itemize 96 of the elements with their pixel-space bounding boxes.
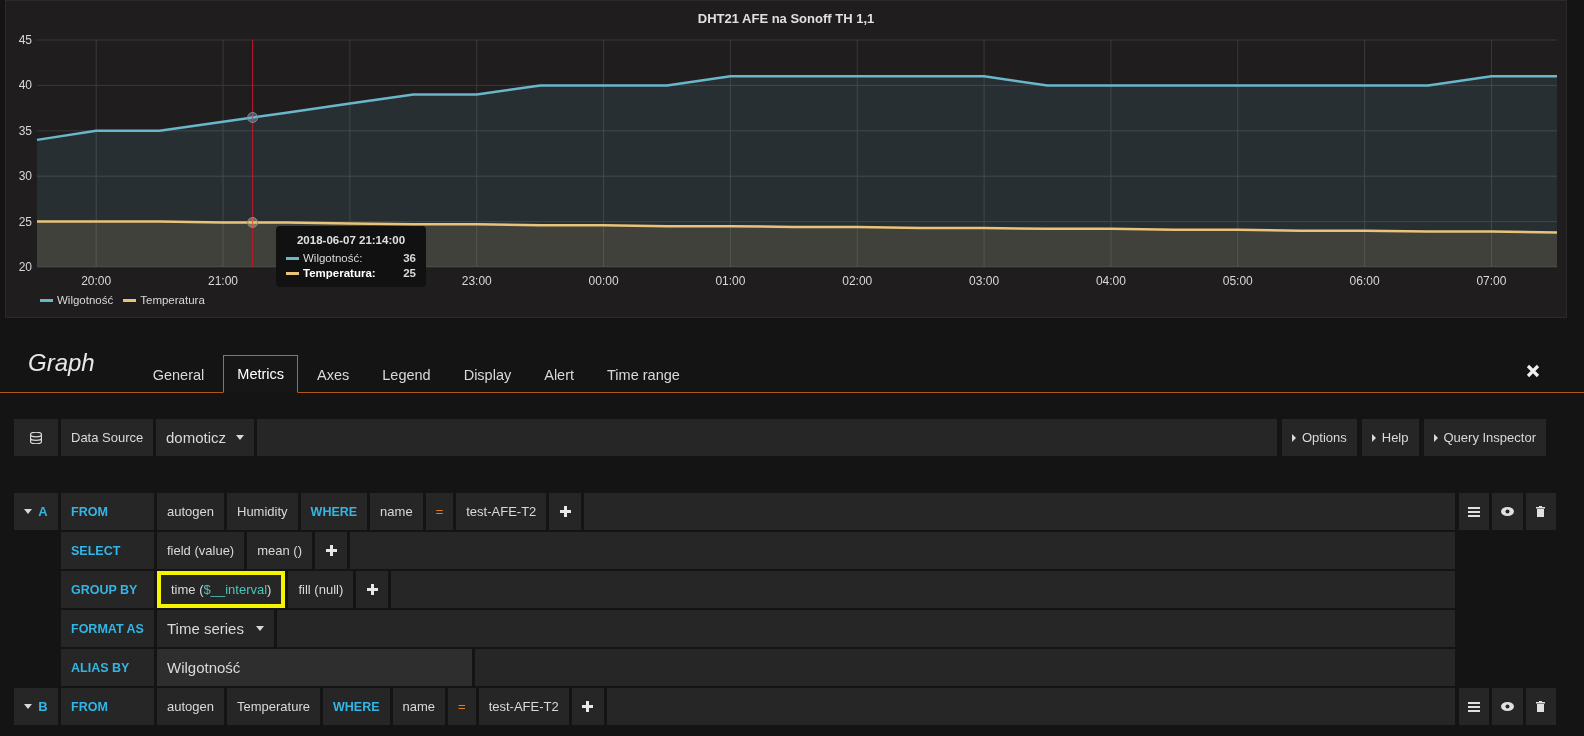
editor-title: Graph bbox=[28, 349, 95, 377]
menu-icon bbox=[1468, 701, 1481, 712]
query-keyword: WHERE bbox=[323, 688, 390, 725]
query-segment[interactable]: autogen bbox=[157, 688, 224, 725]
query-segment[interactable]: mean () bbox=[247, 532, 312, 569]
trash-icon bbox=[1536, 701, 1546, 712]
hover-point bbox=[247, 112, 259, 123]
database-icon bbox=[30, 431, 42, 444]
caret-icon bbox=[1371, 433, 1376, 442]
editor-tab[interactable]: Display bbox=[449, 356, 526, 393]
query-toggle[interactable]: A bbox=[14, 493, 58, 530]
y-tick-label: 25 bbox=[18, 214, 32, 229]
editor-tab[interactable]: General bbox=[138, 356, 219, 393]
eye-icon bbox=[1501, 507, 1514, 516]
legend-label[interactable]: Temperatura bbox=[140, 294, 205, 306]
menu-button[interactable] bbox=[1459, 688, 1490, 725]
add-button[interactable] bbox=[549, 493, 582, 530]
panel-title: DHT21 AFE na Sonoff TH 1,1 bbox=[697, 11, 875, 26]
tooltip-time: 2018-06-07 21:14:00 bbox=[295, 234, 407, 246]
tooltip-label: Wilgotność: bbox=[303, 252, 364, 264]
hover-point bbox=[247, 217, 259, 228]
query-segment[interactable]: test-AFE-T2 bbox=[478, 688, 569, 725]
caret-icon bbox=[24, 704, 33, 709]
format-dropdown[interactable]: Time series bbox=[157, 610, 274, 647]
query-operator[interactable]: = bbox=[448, 688, 476, 725]
x-tick-label: 20:00 bbox=[81, 274, 112, 288]
query-segment[interactable]: test-AFE-T2 bbox=[456, 493, 547, 530]
x-tick-label: 03:00 bbox=[969, 274, 1000, 288]
database-button[interactable] bbox=[14, 419, 58, 456]
query-segment[interactable]: time ($__interval) bbox=[157, 571, 286, 608]
menu-button[interactable] bbox=[1459, 493, 1490, 530]
x-tick-label: 04:00 bbox=[1095, 274, 1126, 288]
x-tick-label: 07:00 bbox=[1476, 274, 1507, 288]
query-segment[interactable]: field (value) bbox=[157, 532, 245, 569]
caret-icon bbox=[1291, 433, 1296, 442]
caret-icon bbox=[1433, 433, 1438, 442]
delete-button[interactable] bbox=[1525, 688, 1556, 725]
add-button[interactable] bbox=[356, 571, 389, 608]
editor-tab[interactable]: Alert bbox=[530, 356, 589, 393]
x-tick-label: 00:00 bbox=[588, 274, 619, 288]
query-clause-label: ALIAS BY bbox=[61, 649, 154, 686]
query-clause-label: SELECT bbox=[61, 532, 154, 569]
query-operator[interactable]: = bbox=[425, 493, 454, 530]
query-segment[interactable]: Temperature bbox=[227, 688, 320, 725]
query-keyword: WHERE bbox=[300, 493, 368, 530]
plus-icon bbox=[559, 506, 571, 517]
y-tick-label: 20 bbox=[18, 260, 32, 274]
caret-icon bbox=[236, 435, 245, 440]
x-tick-label: 05:00 bbox=[1222, 274, 1253, 288]
add-button[interactable] bbox=[315, 532, 347, 569]
plus-icon bbox=[325, 545, 337, 556]
x-tick-label: 02:00 bbox=[842, 274, 873, 288]
toggle-button[interactable]: Options bbox=[1281, 419, 1357, 456]
eye-icon bbox=[1501, 702, 1514, 711]
query-clause-label: FROM bbox=[61, 493, 154, 530]
tooltip-label: Temperatura: bbox=[303, 267, 377, 279]
trash-icon bbox=[1536, 506, 1546, 517]
y-tick-label: 35 bbox=[18, 123, 32, 138]
toggle-visibility-button[interactable] bbox=[1492, 493, 1523, 530]
toggle-button[interactable]: Help bbox=[1361, 419, 1419, 456]
legend-label[interactable]: Wilgotność bbox=[57, 294, 114, 306]
query-segment[interactable]: name bbox=[392, 688, 446, 725]
datasource-dropdown[interactable]: domoticz bbox=[156, 419, 255, 456]
menu-icon bbox=[1468, 506, 1481, 517]
query-segment[interactable]: autogen bbox=[157, 493, 224, 530]
editor-tab[interactable]: Time range bbox=[593, 356, 694, 393]
plus-icon bbox=[582, 701, 594, 712]
x-tick-label: 23:00 bbox=[461, 274, 492, 288]
editor-tab[interactable]: Legend bbox=[368, 356, 445, 393]
x-tick-label: 21:00 bbox=[208, 274, 239, 288]
y-tick-label: 30 bbox=[18, 169, 32, 184]
query-segment[interactable]: Humidity bbox=[227, 493, 298, 530]
tooltip-value: 36 bbox=[403, 252, 416, 264]
datasource-label: Data Source bbox=[61, 419, 153, 456]
delete-button[interactable] bbox=[1525, 493, 1556, 530]
query-segment[interactable]: name bbox=[370, 493, 423, 530]
y-tick-label: 45 bbox=[18, 33, 32, 47]
query-toggle[interactable]: B bbox=[14, 688, 58, 725]
caret-icon bbox=[24, 509, 33, 514]
toggle-visibility-button[interactable] bbox=[1492, 688, 1523, 725]
x-tick-label: 01:00 bbox=[715, 274, 746, 288]
alias-input[interactable]: Wilgotność bbox=[157, 649, 472, 686]
plus-icon bbox=[366, 584, 378, 595]
y-tick-label: 40 bbox=[18, 78, 32, 93]
editor-tab[interactable]: Metrics bbox=[223, 355, 299, 393]
close-icon[interactable] bbox=[1526, 364, 1540, 378]
query-clause-label: FORMAT AS bbox=[61, 610, 154, 647]
toggle-button[interactable]: Query Inspector bbox=[1423, 419, 1546, 456]
caret-icon bbox=[255, 626, 264, 631]
tooltip-value: 25 bbox=[403, 267, 416, 279]
editor-tab[interactable]: Axes bbox=[303, 356, 364, 393]
query-segment[interactable]: fill (null) bbox=[288, 571, 354, 608]
query-clause-label: FROM bbox=[61, 688, 154, 725]
query-clause-label: GROUP BY bbox=[61, 571, 154, 608]
add-button[interactable] bbox=[571, 688, 604, 725]
x-tick-label: 06:00 bbox=[1349, 274, 1380, 288]
